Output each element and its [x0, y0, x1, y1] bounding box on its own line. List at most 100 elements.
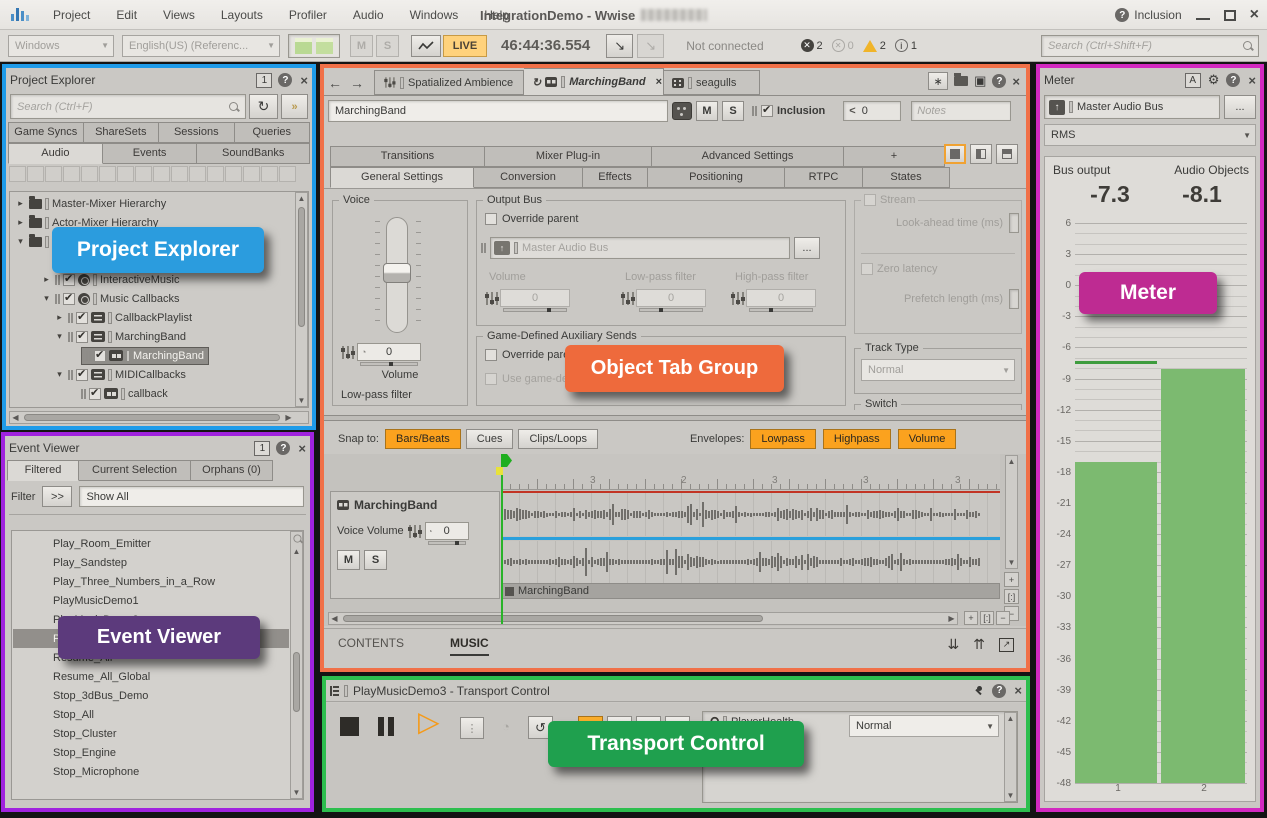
zero-latency-checkbox[interactable]	[861, 263, 873, 275]
game-syncs-scrollbar[interactable]: ▲ ▼	[1004, 712, 1017, 802]
waveform-track-2[interactable]	[501, 541, 1000, 583]
scroll-left-icon[interactable]: ◀	[10, 412, 21, 423]
meter-mode-select[interactable]: RMS▼	[1044, 124, 1256, 146]
envelope-line-red[interactable]	[501, 491, 1000, 493]
menu-views[interactable]: Views	[150, 8, 208, 22]
event-play-three-numbers-in-a-row[interactable]: Play_Three_Numbers_in_a_Row	[13, 572, 289, 591]
layout-split-vertical-icon[interactable]	[970, 144, 992, 164]
expander-icon[interactable]: ▸	[15, 217, 26, 228]
scroll-up-icon[interactable]: ▲	[1005, 713, 1016, 724]
otg-tab-advanced-settings[interactable]: Advanced Settings	[652, 146, 844, 167]
pe-tab-events[interactable]: Events	[103, 143, 198, 164]
track-solo-button[interactable]: S	[364, 550, 387, 570]
menu-layouts[interactable]: Layouts	[208, 8, 276, 22]
playhead-line[interactable]	[501, 454, 503, 624]
open-icon[interactable]	[954, 76, 968, 86]
pe-tab-sharesets[interactable]: ShareSets	[84, 122, 160, 143]
expander-icon[interactable]: ▾	[15, 236, 26, 247]
scroll-down-icon[interactable]: ▼	[1006, 557, 1017, 568]
pause-icon[interactable]	[378, 717, 394, 736]
nav-forward-icon[interactable]: →	[346, 75, 368, 95]
help-icon[interactable]: ?	[1226, 73, 1240, 87]
event-playmusicdemo1[interactable]: PlayMusicDemo1	[13, 591, 289, 610]
event-play-room-emitter[interactable]: Play_Room_Emitter	[13, 534, 289, 553]
scroll-down-icon[interactable]: ▼	[296, 395, 307, 406]
filter-value-field[interactable]: Show All	[79, 486, 304, 507]
zoom-in-horizontal-icon[interactable]: +	[964, 611, 978, 625]
menu-project[interactable]: Project	[40, 8, 103, 22]
ev-vertical-scrollbar[interactable]: ▲ ▼	[290, 531, 303, 799]
pe-tab-game-syncs[interactable]: Game Syncs	[8, 122, 84, 143]
track-voice-volume-field[interactable]: ◔0	[425, 522, 469, 540]
event-stop-all[interactable]: Stop_All	[13, 705, 289, 724]
pe-tab-queries[interactable]: Queries	[235, 122, 311, 143]
envelope-volume[interactable]: Volume	[898, 429, 957, 449]
pe-horizontal-scrollbar[interactable]: ◀ ▶	[9, 411, 309, 424]
object-solo-button[interactable]: S	[722, 101, 744, 121]
help-inclusion[interactable]: ?Inclusion	[1115, 8, 1181, 22]
scroll-right-icon[interactable]: ▶	[283, 412, 294, 423]
layout-split-horizontal-icon[interactable]	[996, 144, 1018, 164]
splitter-handle[interactable]	[324, 415, 1026, 421]
bus-browse-button[interactable]: ...	[794, 237, 820, 259]
close-icon[interactable]: ×	[300, 73, 308, 88]
bottom-tab-music[interactable]: MUSIC	[450, 636, 489, 656]
pe-toolbar-icon[interactable]	[117, 166, 134, 182]
dock-top-icon[interactable]: ⇈	[973, 636, 985, 653]
voice-volume-field[interactable]: ◔0	[357, 343, 421, 361]
scroll-right-icon[interactable]: ▶	[946, 613, 957, 624]
envelope-highpass[interactable]: Highpass	[823, 429, 891, 449]
event-resume-all-global[interactable]: Resume_All_Global	[13, 667, 289, 686]
waveform-track-1[interactable]	[501, 493, 1000, 536]
notes-field[interactable]	[911, 101, 1011, 121]
references-indicator[interactable]: <0	[843, 101, 901, 121]
tree-item-marchingband[interactable]: MarchingBand	[11, 346, 294, 365]
info-count-badge[interactable]: i1	[895, 39, 917, 52]
output-bus-field[interactable]: ↑ Master Audio Bus	[490, 237, 790, 259]
editor-horizontal-scrollbar[interactable]: ◀ ▶	[328, 612, 958, 625]
include-checkbox[interactable]	[76, 312, 88, 324]
event-stop-cluster[interactable]: Stop_Cluster	[13, 724, 289, 743]
pe-search-input[interactable]	[11, 101, 228, 113]
bus-hpf-field[interactable]: 0	[746, 289, 816, 307]
save-icon[interactable]: ▣	[974, 73, 986, 89]
pe-toolbar-icon[interactable]	[81, 166, 98, 182]
live-button[interactable]: LIVE	[443, 35, 487, 57]
track-mute-button[interactable]: M	[337, 550, 360, 570]
pe-toolbar-icon[interactable]	[99, 166, 116, 182]
new-view-icon[interactable]: ∗	[928, 72, 948, 90]
help-icon[interactable]: ?	[278, 73, 292, 87]
otg-tab-states[interactable]: States	[863, 167, 950, 188]
tree-item-music-callbacks[interactable]: ▾Music Callbacks	[11, 289, 294, 308]
pe-toolbar-icon[interactable]	[9, 166, 26, 182]
pe-tree-vertical-scrollbar[interactable]: ▲ ▼	[295, 192, 308, 407]
help-icon[interactable]: ?	[276, 441, 290, 455]
pin-icon[interactable]	[972, 685, 984, 697]
snap-bars-beats[interactable]: Bars/Beats	[385, 429, 461, 449]
include-checkbox[interactable]	[63, 293, 75, 305]
pe-toolbar-icon[interactable]	[63, 166, 80, 182]
layout-number-badge[interactable]: 1	[256, 73, 272, 88]
game-sync-value-select[interactable]: Normal▼	[849, 715, 999, 737]
use-game-defined-checkbox[interactable]	[485, 373, 497, 385]
otg-tab-general-settings[interactable]: General Settings	[330, 167, 474, 188]
color-palette-icon[interactable]	[672, 102, 692, 120]
zoom-fit-horizontal-icon[interactable]: [:]	[980, 611, 994, 625]
aux-override-checkbox[interactable]	[485, 349, 497, 361]
pe-search-field[interactable]	[10, 94, 246, 119]
bus-lpf-field[interactable]: 0	[636, 289, 706, 307]
zoom-out-horizontal-icon[interactable]: −	[996, 611, 1010, 625]
zoom-in-vertical-icon[interactable]: +	[1004, 572, 1019, 587]
scroll-down-icon[interactable]: ▼	[1005, 790, 1016, 801]
stream-checkbox[interactable]	[864, 194, 876, 206]
tree-item-master-mixer-hierarchy[interactable]: ▸Master-Mixer Hierarchy	[11, 194, 294, 213]
include-checkbox[interactable]	[76, 331, 88, 343]
pe-toolbar-icon[interactable]	[135, 166, 152, 182]
expander-icon[interactable]: ▸	[54, 312, 65, 323]
pe-toolbar-icon[interactable]	[171, 166, 188, 182]
otg-tab-mixer-plug-in[interactable]: Mixer Plug-in	[485, 146, 652, 167]
scroll-up-icon[interactable]: ▲	[1006, 456, 1017, 467]
pe-tab-audio[interactable]: Audio	[8, 143, 103, 164]
clip-bar[interactable]: MarchingBand	[501, 583, 1000, 599]
envelope-lowpass[interactable]: Lowpass	[750, 429, 815, 449]
